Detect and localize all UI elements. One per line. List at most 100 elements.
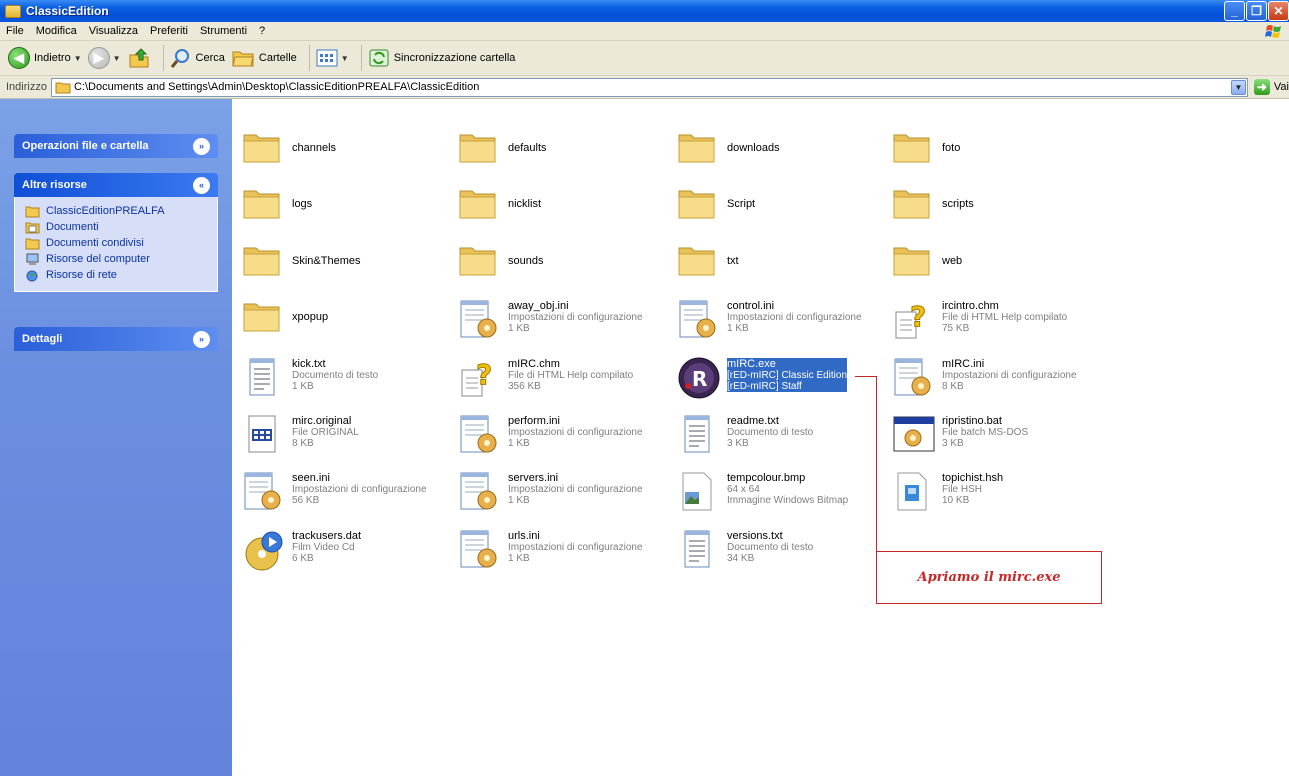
link-classiceditionprealfa[interactable]: ClassicEditionPREALFA <box>25 203 217 219</box>
folder-item[interactable]: defaults <box>458 129 547 179</box>
annotation-connector <box>876 376 877 552</box>
file-size: 75 KB <box>942 323 970 334</box>
link-documenti[interactable]: Documenti <box>25 219 217 235</box>
chm-icon: ? <box>892 298 936 342</box>
panel-header[interactable]: Altre risorse « <box>14 173 218 197</box>
file-item[interactable]: topichist.hsh File HSH 10 KB <box>892 470 1003 520</box>
views-icon <box>316 49 338 67</box>
file-size: 1 KB <box>508 323 530 334</box>
file-meta: urls.ini Impostazioni di configurazione 1 … <box>508 528 643 564</box>
file-meta: mIRC.chm File di HTML Help compilato 356 K… <box>508 356 633 392</box>
folders-button[interactable]: Cartelle <box>231 44 297 72</box>
ini-icon <box>458 528 502 572</box>
expand-icon[interactable]: » <box>193 330 210 348</box>
file-item[interactable]: urls.ini Impostazioni di configurazione 1 … <box>458 528 643 578</box>
folder-item[interactable]: logs <box>242 185 312 235</box>
panel-details[interactable]: Dettagli » <box>14 327 218 351</box>
sync-icon <box>369 49 389 67</box>
close-button[interactable]: ✕ <box>1268 1 1289 21</box>
folder-item[interactable]: channels <box>242 129 336 179</box>
link-label: Risorse di rete <box>46 269 117 281</box>
chevron-down-icon[interactable]: ▼ <box>341 54 349 63</box>
link-risorse-computer[interactable]: Risorse del computer <box>25 251 217 267</box>
file-item[interactable]: perform.ini Impostazioni di configurazion… <box>458 413 643 463</box>
file-type: File HSH <box>942 484 983 495</box>
folder-item[interactable]: scripts <box>892 185 974 235</box>
address-input[interactable]: C:\Documents and Settings\Admin\Desktop\… <box>50 77 1248 97</box>
file-item[interactable]: readme.txt Documento di testo 3 KB <box>677 413 813 463</box>
panel-title: Altre risorse <box>22 179 87 191</box>
folder-item[interactable]: Script <box>677 185 755 235</box>
collapse-icon[interactable]: « <box>193 176 210 194</box>
hsh-icon <box>892 470 936 514</box>
file-item[interactable]: servers.ini Impostazioni di configurazion… <box>458 470 643 520</box>
ini-icon <box>458 413 502 457</box>
folder-item[interactable]: downloads <box>677 129 780 179</box>
go-label: Vai <box>1273 81 1289 93</box>
file-item[interactable]: kick.txt Documento di testo 1 KB <box>242 356 378 406</box>
file-item[interactable]: ripristino.bat File batch MS-DOS 3 KB <box>892 413 1028 463</box>
back-button[interactable]: ◀ Indietro ▼ <box>8 44 82 72</box>
menu-help[interactable]: ? <box>253 25 271 37</box>
file-item[interactable]: versions.txt Documento di testo 34 KB <box>677 528 813 578</box>
menu-preferiti[interactable]: Preferiti <box>144 25 194 37</box>
file-item[interactable]: tempcolour.bmp 64 x 64 Immagine Windows Bi… <box>677 470 848 520</box>
search-button[interactable]: Cerca <box>170 44 225 72</box>
link-risorse-rete[interactable]: Risorse di rete <box>25 267 217 283</box>
file-item[interactable]: trackusers.dat Film Video Cd 6 KB <box>242 528 361 578</box>
file-meta: control.ini Impostazioni di configurazion… <box>727 298 862 334</box>
file-size: 1 KB <box>508 438 530 449</box>
menu-file[interactable]: File <box>0 25 30 37</box>
file-item[interactable]: mirc.original File ORIGINAL 8 KB <box>242 413 359 463</box>
title-bar[interactable]: ClassicEdition _ ❐ ✕ <box>0 0 1289 22</box>
go-button[interactable]: ➜ Vai <box>1253 79 1289 95</box>
folder-icon <box>892 185 936 229</box>
file-item[interactable]: RmIRC.exe [rED-mIRC] Classic Edition [rED-… <box>677 356 848 406</box>
folder-icon <box>677 129 721 173</box>
menu-modifica[interactable]: Modifica <box>30 25 83 37</box>
sync-label: Sincronizzazione cartella <box>393 52 516 64</box>
panel-file-operations[interactable]: Operazioni file e cartella » <box>14 134 218 158</box>
link-documenti-condivisi[interactable]: Documenti condivisi <box>25 235 217 251</box>
folder-item[interactable]: web <box>892 242 962 292</box>
chevron-down-icon[interactable]: ▼ <box>74 54 82 63</box>
file-name: scripts <box>942 198 974 210</box>
maximize-button[interactable]: ❐ <box>1246 1 1267 21</box>
chevron-down-icon[interactable]: ▼ <box>1230 79 1246 95</box>
file-item[interactable]: control.ini Impostazioni di configurazion… <box>677 298 862 348</box>
panel-header[interactable]: Operazioni file e cartella » <box>14 134 218 158</box>
menu-strumenti[interactable]: Strumenti <box>194 25 253 37</box>
folder-item[interactable]: xpopup <box>242 298 328 348</box>
file-item[interactable]: ? mIRC.chm File di HTML Help compilato 356 … <box>458 356 633 406</box>
file-name: logs <box>292 198 313 210</box>
folder-icon <box>242 242 286 286</box>
file-item[interactable]: away_obj.ini Impostazioni di configurazio… <box>458 298 643 348</box>
minimize-button[interactable]: _ <box>1224 1 1245 21</box>
file-type: Impostazioni di configurazione <box>508 312 643 323</box>
file-meta: versions.txt Documento di testo 34 KB <box>727 528 813 564</box>
menu-visualizza[interactable]: Visualizza <box>83 25 144 37</box>
file-name: foto <box>942 142 961 154</box>
documents-icon <box>25 222 40 233</box>
file-item[interactable]: seen.ini Impostazioni di configurazione 56… <box>242 470 427 520</box>
file-meta: servers.ini Impostazioni di configurazion… <box>508 470 643 506</box>
forward-button[interactable]: ▶ ▼ <box>87 44 121 72</box>
file-item[interactable]: ? ircintro.chm File di HTML Help compilato… <box>892 298 1067 348</box>
folder-item[interactable]: txt <box>677 242 739 292</box>
views-button[interactable]: ▼ <box>316 44 349 72</box>
file-type: Impostazioni di configurazione <box>292 484 427 495</box>
folder-item[interactable]: sounds <box>458 242 543 292</box>
folder-item[interactable]: nicklist <box>458 185 541 235</box>
folder-item[interactable]: foto <box>892 129 960 179</box>
panel-header[interactable]: Dettagli » <box>14 327 218 351</box>
expand-icon[interactable]: » <box>193 137 210 155</box>
sync-folder-button[interactable]: Sincronizzazione cartella <box>368 44 516 72</box>
file-size: 6 KB <box>292 553 314 564</box>
file-type: Film Video Cd <box>292 542 355 553</box>
ini-icon <box>458 470 502 514</box>
folder-item[interactable]: Skin&Themes <box>242 242 360 292</box>
file-item[interactable]: mIRC.ini Impostazioni di configurazione 8 … <box>892 356 1077 406</box>
file-name: topichist.hsh <box>942 472 1004 484</box>
up-folder-button[interactable] <box>127 44 151 72</box>
chevron-down-icon[interactable]: ▼ <box>113 54 121 63</box>
